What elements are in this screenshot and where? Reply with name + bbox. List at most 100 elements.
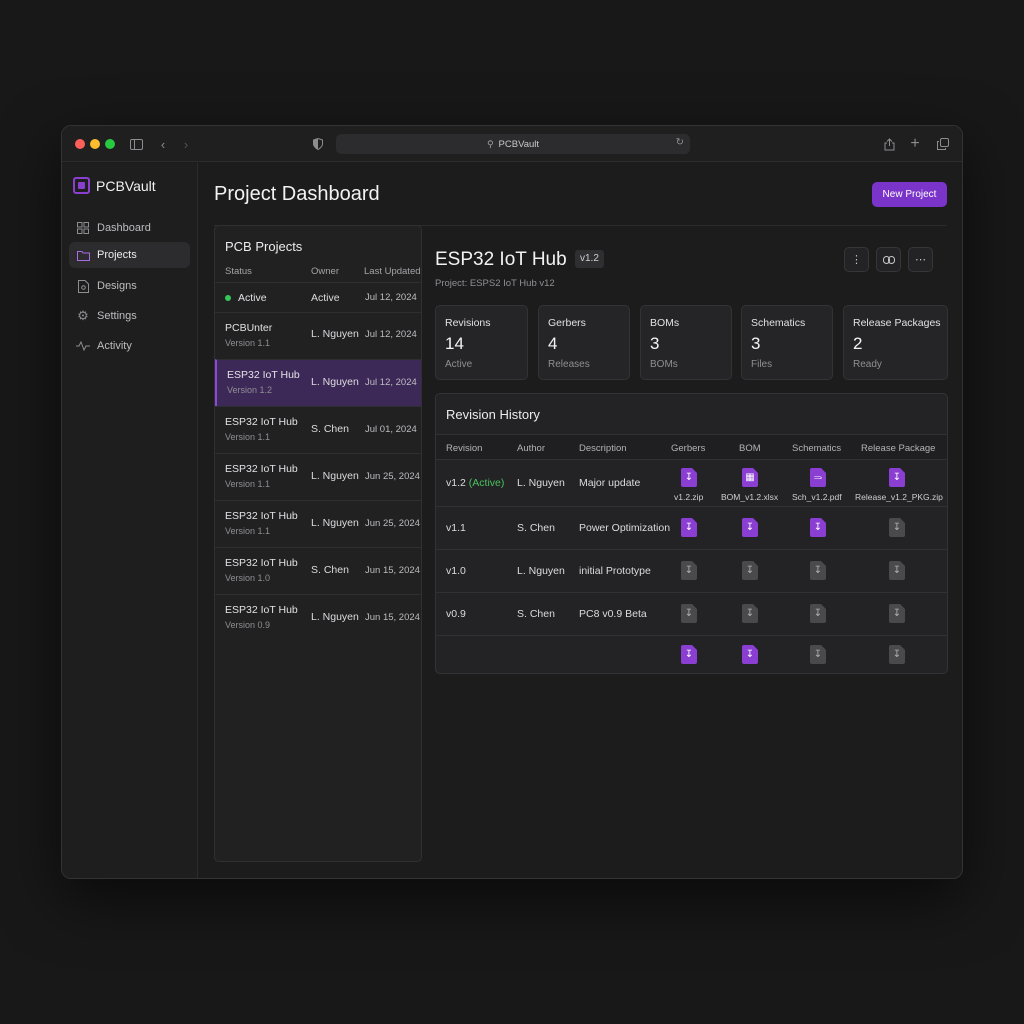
close-window-button[interactable] — [75, 139, 85, 149]
download-gerbers-icon[interactable]: ↧ — [681, 645, 697, 664]
project-row-selected[interactable]: ESP32 IoT Hub Version 1.2 L. Nguyen Jul … — [215, 359, 421, 406]
column-header-owner[interactable]: Owner — [311, 266, 339, 277]
project-version: Version 1.1 — [225, 526, 271, 536]
download-release-icon[interactable]: ↧ — [889, 518, 905, 537]
revision-number: v1.2 (Active) — [446, 477, 505, 489]
sidebar-item-designs[interactable]: Designs — [69, 273, 190, 299]
revision-row[interactable]: v1.2 (Active) L. Nguyen Major update ↧ v… — [436, 460, 947, 507]
pdf-file-icon[interactable]: ⥰ — [810, 468, 826, 487]
status-dot-icon — [225, 295, 231, 302]
project-row[interactable]: ESP32 IoT Hub Version 0.9 L. Nguyen Jun … — [215, 594, 421, 641]
revision-history-panel: Revision History Revision Author Descrip… — [435, 393, 948, 674]
sidebar-item-label: Settings — [97, 310, 137, 322]
maximize-window-button[interactable] — [105, 139, 115, 149]
release-file-name[interactable]: Release_v1.2_PKG.zip — [855, 492, 943, 502]
column-header-description[interactable]: Description — [579, 443, 627, 454]
shield-icon[interactable] — [308, 134, 328, 154]
revision-author: S. Chen — [517, 522, 555, 534]
project-owner: L. Nguyen — [311, 470, 359, 482]
column-header-bom[interactable]: BOM — [739, 443, 761, 454]
column-header-author[interactable]: Author — [517, 443, 545, 454]
stat-sub: Releases — [548, 359, 590, 370]
download-gerbers-icon[interactable]: ↧ — [681, 561, 697, 580]
app-brand[interactable]: PCBVault — [73, 177, 156, 194]
column-header-gerbers[interactable]: Gerbers — [671, 443, 705, 454]
column-header-revision[interactable]: Revision — [446, 443, 482, 454]
sidebar-item-projects[interactable]: Projects — [69, 242, 190, 268]
download-schematics-icon[interactable]: ↧ — [810, 645, 826, 664]
download-gerbers-icon[interactable]: ↧ — [681, 604, 697, 623]
stat-card-gerbers[interactable]: Gerbers 4 Releases — [538, 305, 630, 380]
sidebar-item-dashboard[interactable]: Dashboard — [69, 215, 190, 241]
sidebar-toggle-icon[interactable] — [126, 134, 146, 154]
revision-description: Major update — [579, 477, 641, 489]
gerbers-file-name[interactable]: v1.2.zip — [674, 492, 703, 502]
download-schematics-icon[interactable]: ↧ — [810, 561, 826, 580]
stat-card-schematics[interactable]: Schematics 3 Files — [741, 305, 833, 380]
revision-row[interactable]: v1.0 L. Nguyen initial Prototype ↧ ↧ ↧ ↧ — [436, 550, 947, 593]
project-name: PCBUnter — [225, 322, 273, 334]
bom-spreadsheet-icon[interactable]: ▦ — [742, 468, 758, 487]
address-bar[interactable]: ⚲ PCBVault ↻ — [336, 134, 690, 154]
download-bom-icon[interactable]: ↧ — [742, 604, 758, 623]
project-owner: L. Nguyen — [311, 376, 359, 388]
project-name: ESP32 IoT Hub — [225, 604, 298, 616]
back-icon[interactable]: ‹ — [153, 134, 173, 154]
download-gerbers-icon[interactable]: ↧ — [681, 468, 697, 487]
stat-value: 4 — [548, 334, 558, 353]
stat-card-release-packages[interactable]: Release Packages 2 Ready — [843, 305, 948, 380]
project-row[interactable]: ESP32 IoT Hub Version 1.0 S. Chen Jun 15… — [215, 547, 421, 594]
link-icon[interactable] — [876, 247, 901, 272]
project-row[interactable]: ESP32 IoT Hub Version 1.1 L. Nguyen Jun … — [215, 453, 421, 500]
stat-card-revisions[interactable]: Revisions 14 Active — [435, 305, 528, 380]
revision-row[interactable]: v0.9 S. Chen PC8 v0.9 Beta ↧ ↧ ↧ ↧ — [436, 593, 947, 636]
stat-value: 3 — [751, 334, 761, 353]
sidebar-item-settings[interactable]: ⚙ Settings — [69, 303, 190, 329]
project-row[interactable]: ESP32 IoT Hub Version 1.1 L. Nguyen Jun … — [215, 500, 421, 547]
more-vertical-icon[interactable]: ⋮ — [844, 247, 869, 272]
column-header-release-package[interactable]: Release Package — [861, 443, 935, 454]
project-row[interactable]: Active Active Jul 12, 2024 — [215, 282, 421, 312]
download-release-icon[interactable]: ↧ — [889, 561, 905, 580]
revision-number: v1.0 — [446, 565, 466, 577]
minimize-window-button[interactable] — [90, 139, 100, 149]
revision-row[interactable]: ↧ ↧ ↧ ↧ — [436, 636, 947, 673]
column-header-schematics[interactable]: Schematics — [792, 443, 841, 454]
download-schematics-icon[interactable]: ↧ — [810, 604, 826, 623]
stat-value: 2 — [853, 334, 863, 353]
sidebar: PCBVault Dashboard Projects Designs ⚙ Se… — [62, 163, 198, 878]
project-name: ESP32 IoT Hub — [225, 510, 298, 522]
more-horizontal-icon[interactable]: ⋯ — [908, 247, 933, 272]
stat-sub: Active — [445, 359, 473, 370]
project-owner: Active — [311, 292, 340, 304]
new-project-button[interactable]: New Project — [872, 182, 947, 207]
download-bom-icon[interactable]: ↧ — [742, 561, 758, 580]
share-icon[interactable] — [879, 134, 899, 154]
download-release-icon[interactable]: ↧ — [889, 604, 905, 623]
tabs-overview-icon[interactable] — [933, 134, 953, 154]
url-text: PCBVault — [498, 138, 540, 150]
column-header-last-updated[interactable]: Last Updated — [364, 266, 421, 277]
revision-description: PC8 v0.9 Beta — [579, 608, 647, 620]
bom-file-name[interactable]: BOM_v1.2.xlsx — [721, 492, 778, 502]
revision-row[interactable]: v1.1 S. Chen Power Optimization ↧ ↧ ↧ ↧ — [436, 507, 947, 550]
sidebar-item-activity[interactable]: Activity — [69, 333, 190, 359]
project-updated: Jun 25, 2024 — [365, 471, 420, 482]
stat-card-boms[interactable]: BOMs 3 BOMs — [640, 305, 732, 380]
stat-sub: BOMs — [650, 359, 678, 370]
download-gerbers-icon[interactable]: ↧ — [681, 518, 697, 537]
download-release-icon[interactable]: ↧ — [889, 468, 905, 487]
new-tab-icon[interactable]: + — [905, 134, 925, 154]
page-title: Project Dashboard — [214, 183, 380, 205]
active-badge: (Active) — [468, 477, 505, 489]
download-schematics-icon[interactable]: ↧ — [810, 518, 826, 537]
download-release-icon[interactable]: ↧ — [889, 645, 905, 664]
schematic-file-name[interactable]: Sch_v1.2.pdf — [792, 492, 842, 502]
reload-icon[interactable]: ↻ — [676, 137, 684, 148]
project-row[interactable]: ESP32 IoT Hub Version 1.1 S. Chen Jul 01… — [215, 406, 421, 453]
download-bom-icon[interactable]: ↧ — [742, 518, 758, 537]
column-header-status[interactable]: Status — [225, 266, 252, 277]
download-bom-icon[interactable]: ↧ — [742, 645, 758, 664]
forward-icon[interactable]: › — [176, 134, 196, 154]
project-row[interactable]: PCBUnter Version 1.1 L. Nguyen Jul 12, 2… — [215, 312, 421, 359]
